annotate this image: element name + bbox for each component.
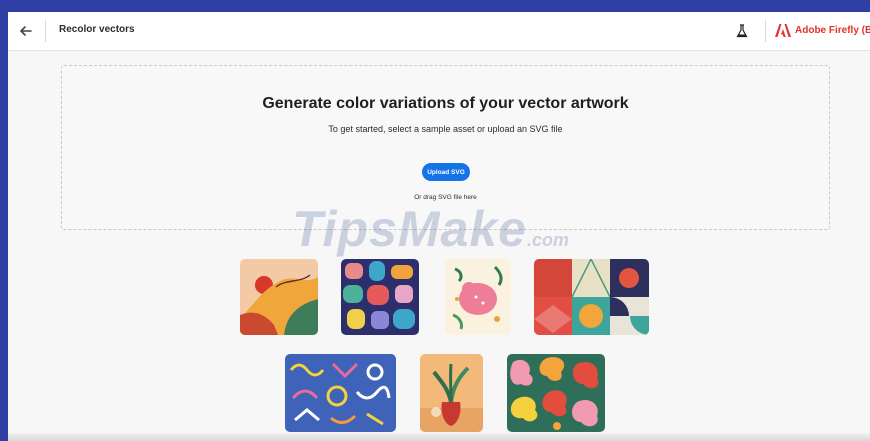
plant-art: [420, 354, 483, 432]
adobe-logo-icon: [775, 24, 791, 37]
page-title: Recolor vectors: [59, 24, 135, 35]
flask-icon: [736, 24, 748, 38]
top-bar: Recolor vectors Adobe Firefly (Beta): [8, 12, 870, 51]
sample-geometric-tiles[interactable]: [534, 259, 649, 335]
squiggles-art: [285, 354, 396, 432]
blob-art: [507, 354, 605, 432]
sample-colorful-shapes-pattern[interactable]: [341, 259, 419, 335]
sample-blob-pattern[interactable]: [507, 354, 605, 432]
divider: [45, 20, 46, 42]
sample-plant-vase[interactable]: [420, 354, 483, 432]
watermark-suffix: .com: [526, 230, 569, 250]
labs-button[interactable]: [734, 23, 750, 39]
bottom-edge: [8, 433, 870, 441]
watermark-text: TipsMake: [292, 201, 527, 257]
dropzone-heading: Generate color variations of your vector…: [262, 95, 629, 112]
arrow-left-icon: [19, 26, 32, 36]
sample-squiggles-pattern[interactable]: [285, 354, 396, 432]
app-window: Recolor vectors Adobe Firefly (Beta) Gen…: [8, 12, 870, 441]
sample-pink-cat-leaves[interactable]: [445, 259, 511, 335]
brand-name: Adobe Firefly (Beta): [795, 25, 870, 36]
shapes-art: [341, 259, 419, 335]
tiles-art: [534, 259, 649, 335]
back-button[interactable]: [14, 19, 38, 43]
watermark: TipsMake.com: [292, 200, 569, 258]
sample-landscape-abstract[interactable]: [240, 259, 318, 335]
divider: [765, 20, 766, 42]
upload-svg-button[interactable]: Upload SVG: [422, 163, 470, 181]
cat-art: [445, 259, 511, 335]
dropzone-subheading: To get started, select a sample asset or…: [328, 124, 563, 134]
brand[interactable]: Adobe Firefly (Beta): [775, 24, 870, 37]
landscape-art: [240, 259, 318, 335]
